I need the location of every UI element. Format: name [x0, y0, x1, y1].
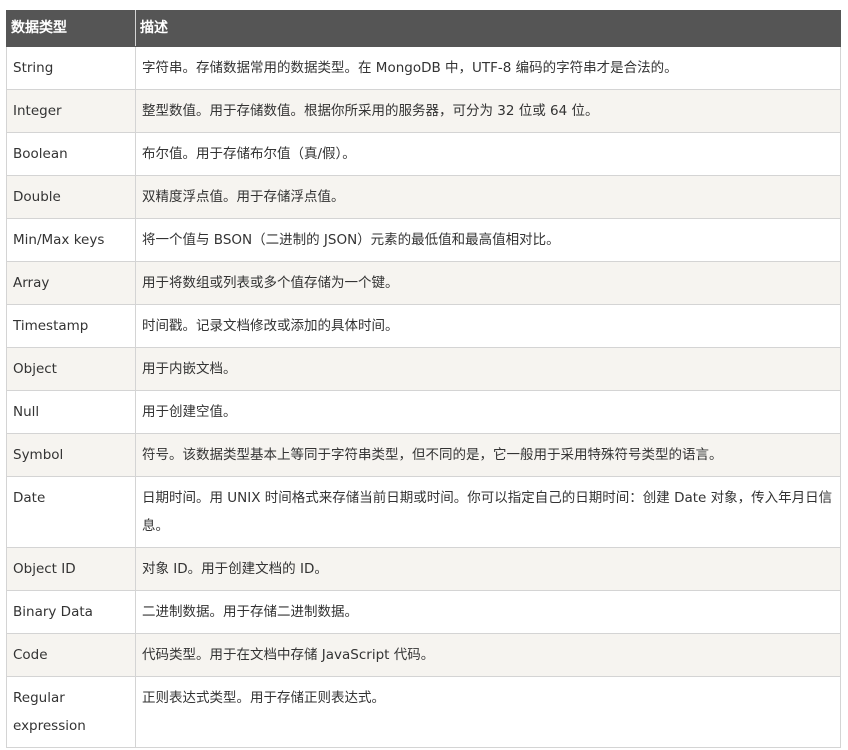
- table-row: Array 用于将数组或列表或多个值存储为一个键。: [6, 261, 841, 305]
- description-cell: 整型数值。用于存储数值。根据你所采用的服务器，可分为 32 位或 64 位。: [135, 89, 841, 133]
- table-row: Symbol 符号。该数据类型基本上等同于字符串类型，但不同的是，它一般用于采用…: [6, 433, 841, 477]
- table-row: Object ID 对象 ID。用于创建文档的 ID。: [6, 547, 841, 591]
- description-cell: 将一个值与 BSON（二进制的 JSON）元素的最低值和最高值相对比。: [135, 218, 841, 262]
- type-cell: Array: [6, 261, 136, 305]
- type-cell: Null: [6, 390, 136, 434]
- type-cell: String: [6, 46, 136, 90]
- type-cell: Date: [6, 476, 136, 548]
- header-data-type: 数据类型: [6, 10, 136, 47]
- description-cell: 字符串。存储数据常用的数据类型。在 MongoDB 中，UTF-8 编码的字符串…: [135, 46, 841, 90]
- type-cell: Min/Max keys: [6, 218, 136, 262]
- type-cell: Symbol: [6, 433, 136, 477]
- table-row: Object 用于内嵌文档。: [6, 347, 841, 391]
- table-body: String 字符串。存储数据常用的数据类型。在 MongoDB 中，UTF-8…: [6, 46, 841, 748]
- type-cell: Boolean: [6, 132, 136, 176]
- type-cell: Object: [6, 347, 136, 391]
- description-cell: 符号。该数据类型基本上等同于字符串类型，但不同的是，它一般用于采用特殊符号类型的…: [135, 433, 841, 477]
- table-row: Integer 整型数值。用于存储数值。根据你所采用的服务器，可分为 32 位或…: [6, 89, 841, 133]
- table-row: Timestamp 时间戳。记录文档修改或添加的具体时间。: [6, 304, 841, 348]
- description-cell: 用于创建空值。: [135, 390, 841, 434]
- description-cell: 时间戳。记录文档修改或添加的具体时间。: [135, 304, 841, 348]
- table-row: Double 双精度浮点值。用于存储浮点值。: [6, 175, 841, 219]
- header-description: 描述: [135, 10, 841, 47]
- type-cell: Timestamp: [6, 304, 136, 348]
- description-cell: 双精度浮点值。用于存储浮点值。: [135, 175, 841, 219]
- table-row: Code 代码类型。用于在文档中存储 JavaScript 代码。: [6, 633, 841, 677]
- table-header: 数据类型 描述: [6, 10, 841, 47]
- type-cell: Double: [6, 175, 136, 219]
- description-cell: 正则表达式类型。用于存储正则表达式。: [135, 676, 841, 748]
- description-cell: 用于内嵌文档。: [135, 347, 841, 391]
- table-row: String 字符串。存储数据常用的数据类型。在 MongoDB 中，UTF-8…: [6, 46, 841, 90]
- description-cell: 代码类型。用于在文档中存储 JavaScript 代码。: [135, 633, 841, 677]
- header-row: 数据类型 描述: [6, 10, 841, 47]
- type-cell: Regular expression: [6, 676, 136, 748]
- table-row: Min/Max keys 将一个值与 BSON（二进制的 JSON）元素的最低值…: [6, 218, 841, 262]
- table-row: Boolean 布尔值。用于存储布尔值（真/假）。: [6, 132, 841, 176]
- data-types-table-container: 数据类型 描述 String 字符串。存储数据常用的数据类型。在 MongoDB…: [6, 10, 841, 748]
- data-types-table: 数据类型 描述 String 字符串。存储数据常用的数据类型。在 MongoDB…: [6, 10, 841, 748]
- type-cell: Integer: [6, 89, 136, 133]
- table-row: Binary Data 二进制数据。用于存储二进制数据。: [6, 590, 841, 634]
- table-row: Null 用于创建空值。: [6, 390, 841, 434]
- type-cell: Object ID: [6, 547, 136, 591]
- description-cell: 布尔值。用于存储布尔值（真/假）。: [135, 132, 841, 176]
- description-cell: 日期时间。用 UNIX 时间格式来存储当前日期或时间。你可以指定自己的日期时间：…: [135, 476, 841, 548]
- description-cell: 对象 ID。用于创建文档的 ID。: [135, 547, 841, 591]
- type-cell: Binary Data: [6, 590, 136, 634]
- table-row: Regular expression 正则表达式类型。用于存储正则表达式。: [6, 676, 841, 748]
- type-cell: Code: [6, 633, 136, 677]
- description-cell: 二进制数据。用于存储二进制数据。: [135, 590, 841, 634]
- description-cell: 用于将数组或列表或多个值存储为一个键。: [135, 261, 841, 305]
- table-row: Date 日期时间。用 UNIX 时间格式来存储当前日期或时间。你可以指定自己的…: [6, 476, 841, 548]
